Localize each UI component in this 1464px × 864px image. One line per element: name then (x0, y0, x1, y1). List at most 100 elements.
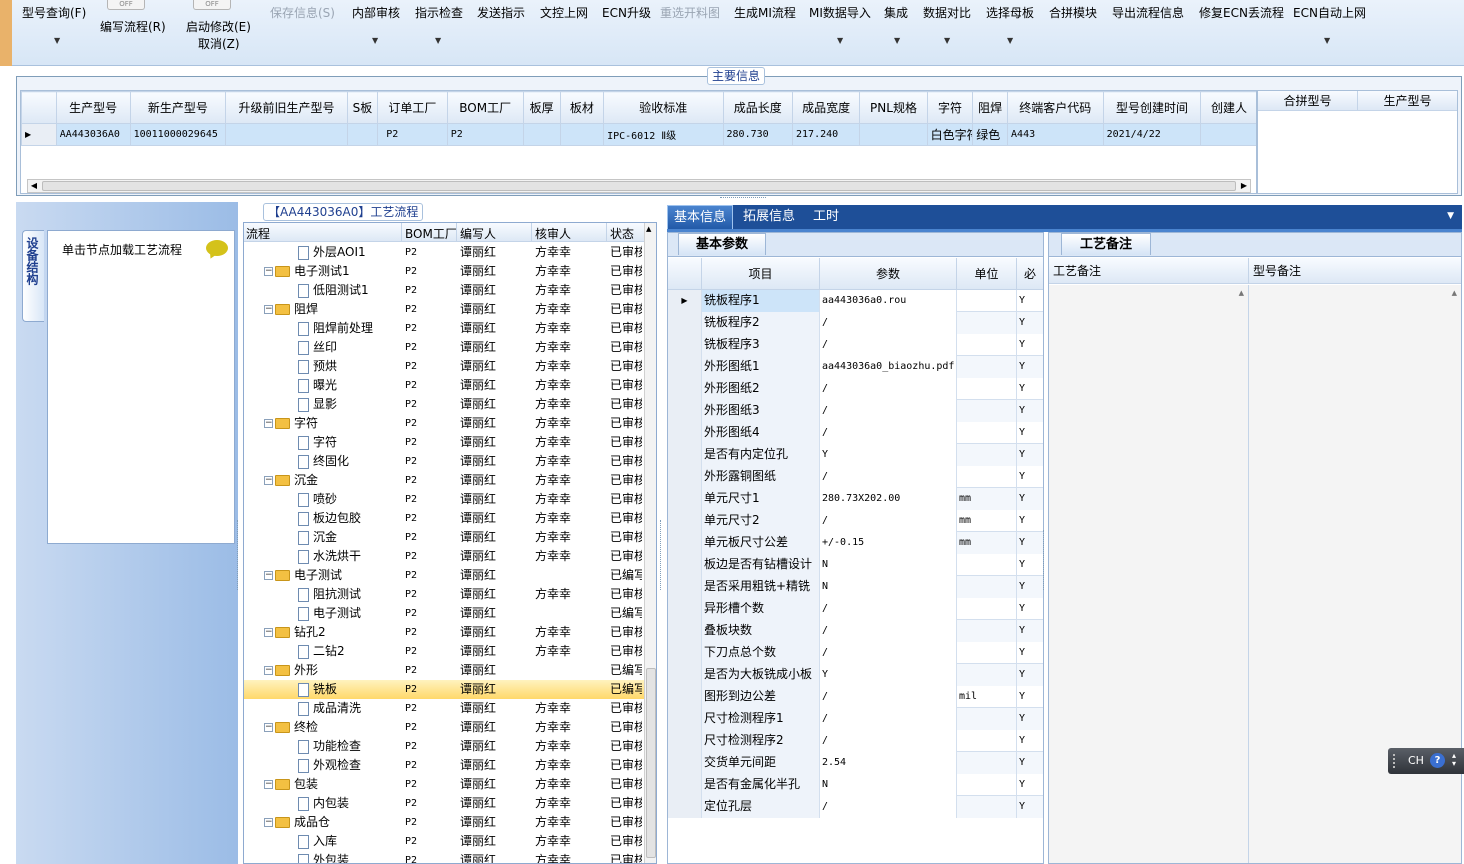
table-row[interactable]: 铣板程序3/ Y (668, 334, 1043, 356)
tree-row[interactable]: − 阻焊 P2 谭丽红 方幸幸 已审核 (244, 300, 644, 319)
table-cell[interactable]: 217.240 (792, 123, 861, 146)
export-flow-info-button[interactable]: 导出流程信息 (1112, 4, 1184, 21)
process-note-textarea[interactable]: ▲ (1049, 285, 1249, 863)
table-cell[interactable]: AA443036A0 (55, 123, 131, 146)
param-value-cell[interactable]: / (820, 708, 957, 730)
table-cell[interactable]: A443 (1007, 123, 1104, 146)
param-value-cell[interactable]: / (820, 312, 957, 334)
ecn-upgrade-button[interactable]: ECN升级 (602, 4, 651, 21)
col-header[interactable]: 升级前旧生产型号 (225, 91, 348, 124)
collapse-toggle-icon[interactable]: − (264, 571, 273, 580)
param-value-cell[interactable]: +/-0.15 (820, 532, 957, 554)
col-header[interactable]: 验收标准 (603, 91, 724, 124)
col-header[interactable]: 项目 (702, 258, 820, 290)
collapse-toggle-icon[interactable]: − (264, 628, 273, 637)
param-item-cell[interactable]: 单元尺寸2 (702, 510, 820, 532)
model-query-button[interactable]: 型号查询(F) (22, 4, 86, 21)
cancel-button[interactable]: 取消(Z) (198, 35, 240, 52)
col-header[interactable]: PNL规格 (859, 91, 928, 124)
main-info-hscrollbar[interactable]: ◀ ▶ (27, 179, 1251, 193)
col-header[interactable]: 生产型号 (55, 91, 131, 124)
col-header[interactable]: 板材 (559, 91, 605, 124)
table-row[interactable]: 外形露铜图纸 / Y (668, 466, 1043, 488)
device-structure-tab[interactable]: 设备结构 (22, 230, 44, 322)
table-cell[interactable] (859, 123, 928, 146)
col-header[interactable]: 型号创建时间 (1102, 91, 1202, 124)
table-row[interactable]: ▶ AA443036A0 10011000029645 P2 P2 IPC-60… (21, 123, 1256, 146)
param-value-cell[interactable]: / (820, 378, 957, 400)
table-cell[interactable] (225, 123, 348, 146)
ime-toolbar[interactable]: CH ? ▴ ▾ (1388, 748, 1464, 774)
tab-work-hours[interactable]: 工时 (807, 205, 845, 229)
internal-review-button[interactable]: 内部审核 (352, 4, 400, 21)
tree-row[interactable]: 板边包胶 P2 谭丽红 方幸幸 已审核 (244, 509, 644, 528)
table-cell[interactable] (346, 123, 379, 146)
param-item-cell[interactable]: 外形图纸3 (702, 400, 820, 422)
instruction-check-dropdown-icon[interactable]: ▼ (435, 36, 441, 45)
col-header[interactable]: 必 (1017, 258, 1043, 290)
param-item-cell[interactable]: 尺寸检测程序1 (702, 708, 820, 730)
start-modify-button[interactable]: 启动修改(E) (186, 18, 251, 35)
param-value-cell[interactable]: / (820, 796, 957, 818)
doc-control-online-button[interactable]: 文控上网 (540, 4, 588, 21)
internal-review-dropdown-icon[interactable]: ▼ (372, 36, 378, 45)
table-cell[interactable]: P2 (377, 123, 448, 146)
integrate-dropdown-icon[interactable]: ▼ (894, 36, 900, 45)
table-row[interactable]: 是否为大板铣成小板 Y Y (668, 664, 1043, 686)
tree-row[interactable]: 成品清洗 P2 谭丽红 方幸幸 已审核 (244, 699, 644, 718)
ime-language-label[interactable]: CH (1408, 754, 1424, 767)
col-header[interactable]: 单位 (957, 258, 1017, 290)
collapse-toggle-icon[interactable]: − (264, 476, 273, 485)
repair-ecn-flow-button[interactable]: 修复ECN丢流程 (1199, 4, 1284, 21)
table-cell[interactable]: 2021/4/22 (1102, 123, 1202, 146)
param-value-cell[interactable]: N (820, 554, 957, 576)
param-value-cell[interactable]: / (820, 598, 957, 620)
param-item-cell[interactable]: 异形槽个数 (702, 598, 820, 620)
table-cell[interactable]: 280.730 (722, 123, 794, 146)
param-value-cell[interactable]: 280.73X202.00 (820, 488, 957, 510)
table-row[interactable]: 铣板程序2/ Y (668, 312, 1043, 334)
nav-hint-box[interactable]: 单击节点加载工艺流程 (47, 230, 235, 544)
col-header[interactable]: BOM工厂 (401, 223, 460, 242)
param-value-cell[interactable]: aa443036a0.rou (820, 290, 957, 312)
merge-module-button[interactable]: 合拼模块 (1049, 4, 1097, 21)
table-cell[interactable] (522, 123, 561, 146)
tree-row[interactable]: 字符 P2 谭丽红 方幸幸 已审核 (244, 433, 644, 452)
col-header[interactable]: 字符 (926, 91, 974, 124)
tree-row[interactable]: 阻焊前处理 P2 谭丽红 方幸幸 已审核 (244, 319, 644, 338)
col-header[interactable]: 成品长度 (722, 91, 794, 124)
table-row[interactable]: 外形图纸4/ Y (668, 422, 1043, 444)
table-cell[interactable]: 10011000029645 (129, 123, 227, 146)
param-item-cell[interactable]: 是否有内定位孔 (702, 444, 820, 466)
scroll-thumb[interactable] (646, 668, 656, 858)
tree-row[interactable]: − 钻孔2 P2 谭丽红 方幸幸 已审核 (244, 623, 644, 642)
table-row[interactable]: 尺寸检测程序2/ Y (668, 730, 1043, 752)
table-cell[interactable] (1200, 123, 1256, 146)
param-item-cell[interactable]: 是否有金属化半孔 (702, 774, 820, 796)
collapse-toggle-icon[interactable]: − (264, 305, 273, 314)
param-item-cell[interactable]: 下刀点总个数 (702, 642, 820, 664)
table-row[interactable]: 外形图纸2/ Y (668, 378, 1043, 400)
table-row[interactable]: 尺寸检测程序1/ Y (668, 708, 1043, 730)
param-item-cell[interactable]: 是否采用粗铣+精铣 (702, 576, 820, 598)
table-row[interactable]: 交货单元间距 2.54 Y (668, 752, 1043, 774)
tree-row[interactable]: 曝光 P2 谭丽红 方幸幸 已审核 (244, 376, 644, 395)
param-value-cell[interactable]: / (820, 686, 957, 708)
table-row[interactable]: 异形槽个数 / Y (668, 598, 1043, 620)
col-header[interactable]: 订单工厂 (377, 91, 448, 124)
mi-data-import-button[interactable]: MI数据导入 (809, 4, 871, 21)
param-item-cell[interactable]: 叠板块数 (702, 620, 820, 642)
param-item-cell[interactable]: 交货单元间距 (702, 752, 820, 774)
save-info-button[interactable]: 保存信息(S) (270, 4, 335, 21)
param-value-cell[interactable]: 2.54 (820, 752, 957, 774)
scroll-up-icon[interactable]: ▲ (646, 225, 651, 233)
param-value-cell[interactable]: / (820, 642, 957, 664)
tree-row[interactable]: − 成品仓 P2 谭丽红 方幸幸 已审核 (244, 813, 644, 832)
param-value-cell[interactable]: / (820, 334, 957, 356)
collapse-toggle-icon[interactable]: − (264, 723, 273, 732)
ime-grip-icon[interactable] (1393, 754, 1399, 768)
instruction-check-button[interactable]: 指示检查 (415, 4, 463, 21)
table-row[interactable]: 是否有金属化半孔 N Y (668, 774, 1043, 796)
collapse-toggle-icon[interactable]: − (264, 666, 273, 675)
param-item-cell[interactable]: 外形图纸2 (702, 378, 820, 400)
